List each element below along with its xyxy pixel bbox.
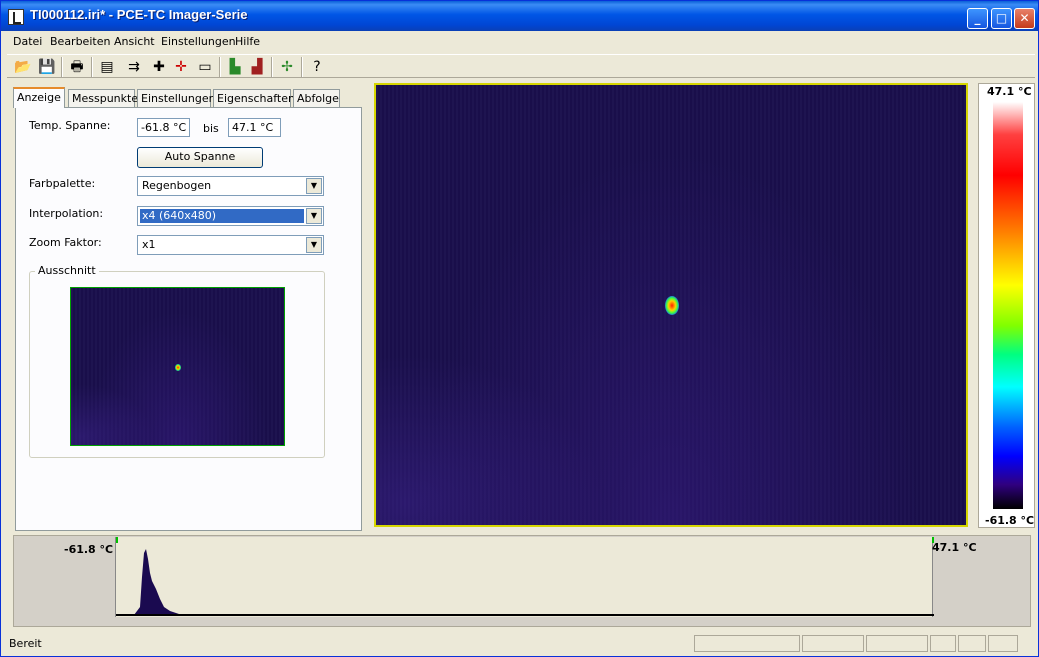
menu-datei[interactable]: Datei — [13, 35, 42, 48]
menu-einstellungen[interactable]: Einstellungen — [161, 35, 236, 48]
histogram-distribution — [134, 549, 182, 615]
window-title: TI000112.iri* - PCE-TC Imager-Serie — [30, 7, 248, 22]
app-window: TI000112.iri* - PCE-TC Imager-Serie _ □ … — [0, 0, 1039, 657]
app-icon[interactable] — [8, 9, 24, 25]
menu-bearbeiten[interactable]: Bearbeiten — [50, 35, 110, 48]
profile-icon[interactable]: ▟ — [247, 57, 267, 77]
interpolation-value: x4 (640x480) — [140, 209, 304, 223]
zoom-select[interactable]: x1 ▼ — [137, 235, 324, 255]
measure-point-icon[interactable]: ✛ — [171, 57, 191, 77]
tab-strip: Anzeige Messpunkte Einstellungen Eigensc… — [9, 87, 349, 108]
scale-max-label: 47.1 °C — [987, 85, 1032, 98]
status-panel — [930, 635, 956, 652]
add-point-icon[interactable]: ✢ — [277, 57, 297, 77]
interpolation-label: Interpolation: — [29, 207, 104, 220]
tab-eigenschaften[interactable]: Eigenschaften — [213, 89, 295, 108]
crop-preview-image[interactable] — [70, 287, 285, 446]
bis-label: bis — [203, 122, 219, 135]
maximize-button[interactable]: □ — [991, 8, 1012, 29]
toolbar-separator — [271, 57, 273, 77]
menu-hilfe[interactable]: Hilfe — [235, 35, 260, 48]
thermal-image[interactable] — [374, 83, 968, 527]
chevron-down-icon[interactable]: ▼ — [306, 237, 322, 253]
toolbar-separator — [219, 57, 221, 77]
save-icon[interactable]: 💾 — [37, 57, 57, 77]
close-button[interactable]: ✕ — [1014, 8, 1035, 29]
tab-abfolge[interactable]: Abfolge — [293, 89, 340, 108]
status-panel — [694, 635, 800, 652]
preview-hotspot — [175, 364, 181, 371]
zoom-label: Zoom Faktor: — [29, 236, 102, 249]
auto-span-button[interactable]: Auto Spanne — [137, 147, 263, 168]
menu-ansicht[interactable]: Ansicht — [114, 35, 155, 48]
tab-einstellungen[interactable]: Einstellungen — [137, 89, 216, 108]
crop-group-title: Ausschnitt — [35, 264, 99, 277]
status-panel — [988, 635, 1018, 652]
interpolation-select[interactable]: x4 (640x480) ▼ — [137, 206, 324, 226]
image-hotspot — [665, 296, 679, 315]
status-text: Bereit — [9, 637, 42, 650]
chevron-down-icon[interactable]: ▼ — [306, 178, 322, 194]
print-icon[interactable]: 🖶 — [67, 57, 87, 77]
histogram-min-label: -61.8 °C — [64, 543, 114, 556]
scale-min-label: -61.8 °C — [985, 514, 1035, 527]
minimize-button[interactable]: _ — [967, 8, 988, 29]
histogram-max-label: 47.1 °C — [932, 541, 977, 554]
color-scale-bar[interactable] — [993, 102, 1023, 509]
crosshair-icon[interactable]: ✚ — [149, 57, 169, 77]
palette-label: Farbpalette: — [29, 177, 96, 190]
chevron-down-icon[interactable]: ▼ — [306, 208, 322, 224]
toolbar: 📂 💾 🖶 ▤ ⇉ ✚ ✛ ▭ ▙ ▟ ✢ ? — [7, 54, 1035, 78]
palette-select[interactable]: Regenbogen ▼ — [137, 176, 324, 196]
title-bar[interactable]: TI000112.iri* - PCE-TC Imager-Serie _ □ … — [1, 1, 1038, 31]
help-icon[interactable]: ? — [307, 57, 327, 77]
histogram-panel: -61.8 °C 47.1 °C — [13, 535, 1031, 627]
zoom-value: x1 — [142, 238, 156, 251]
properties-icon[interactable]: ▤ — [97, 57, 117, 77]
temp-min-field[interactable]: -61.8 °C — [137, 118, 190, 137]
menu-bar: Datei Bearbeiten Ansicht Einstellungen H… — [5, 33, 1035, 51]
open-folder-icon[interactable]: 📂 — [13, 57, 33, 77]
temp-range-label: Temp. Spanne: — [29, 119, 111, 132]
toolbar-separator — [301, 57, 303, 77]
export-icon[interactable]: ⇉ — [124, 57, 144, 77]
toolbar-separator — [91, 57, 93, 77]
histogram-plot[interactable] — [115, 537, 934, 617]
status-panel — [802, 635, 864, 652]
status-panel — [958, 635, 986, 652]
palette-value: Regenbogen — [142, 179, 212, 192]
histogram-icon[interactable]: ▙ — [225, 57, 245, 77]
temp-max-field[interactable]: 47.1 °C — [228, 118, 281, 137]
toolbar-separator — [61, 57, 63, 77]
histogram-graph — [116, 537, 934, 616]
rectangle-icon[interactable]: ▭ — [195, 57, 215, 77]
status-panel — [866, 635, 928, 652]
tab-messpunkte[interactable]: Messpunkte — [68, 89, 138, 108]
status-bar: Bereit — [5, 634, 1036, 654]
tab-anzeige[interactable]: Anzeige — [13, 87, 65, 108]
